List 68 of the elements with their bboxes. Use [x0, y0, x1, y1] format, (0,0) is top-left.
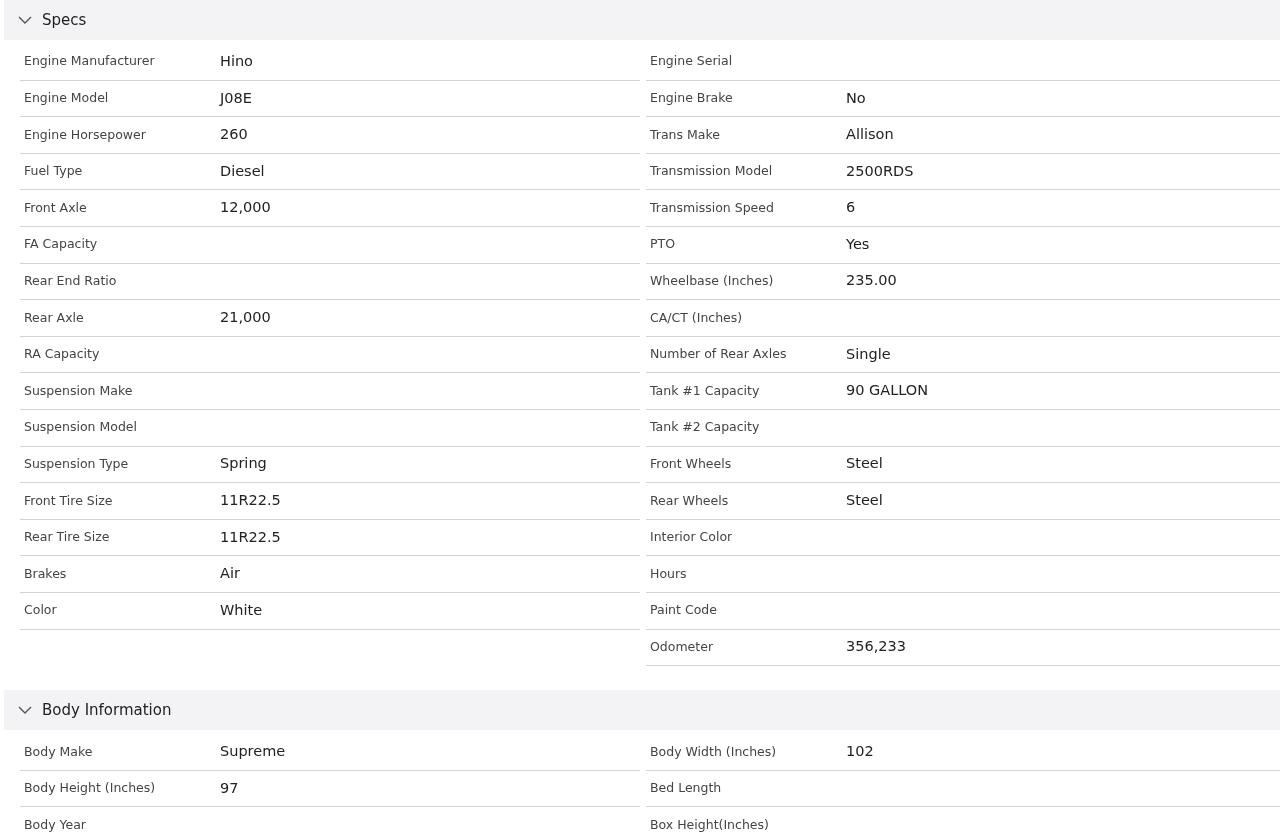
field-label: Front Axle [23, 198, 88, 217]
field-label: Front Wheels [649, 454, 733, 473]
field-label: CA/CT (Inches) [649, 308, 744, 327]
field-value: Allison [846, 125, 894, 145]
field-label: Hours [649, 564, 688, 583]
field-label: Body Year [23, 815, 87, 834]
field-label: Odometer [649, 637, 715, 656]
field-label: Suspension Model [23, 418, 138, 437]
field-value: 260 [220, 125, 248, 145]
field-label: RA Capacity [23, 345, 101, 364]
field-label: Body Make [23, 742, 94, 761]
field-label: PTO [649, 235, 676, 254]
field-label: Rear End Ratio [23, 272, 118, 290]
field-value: Supreme [220, 742, 286, 761]
field-label: Tank #2 Capacity [649, 418, 761, 437]
field-label: Transmission Model [649, 162, 774, 181]
field-label: Tank #1 Capacity [649, 381, 761, 400]
field-label: Number of Rear Axles [649, 345, 788, 364]
field-value: 102 [846, 742, 874, 761]
field-value: 97 [220, 778, 239, 798]
section-header[interactable]: Body Information [4, 690, 1280, 731]
field-label: Transmission Speed [649, 198, 775, 217]
field-value: Steel [846, 454, 883, 474]
field-label: Body Width (Inches) [649, 742, 778, 761]
field-label: Engine Model [23, 89, 110, 107]
field-value: Spring [220, 454, 267, 474]
field-label: Engine Horsepower [23, 125, 147, 144]
field-label: Box Height(Inches) [649, 815, 770, 834]
field-label: FA Capacity [23, 235, 99, 254]
field-label: Engine Brake [649, 89, 734, 107]
field-value: 6 [846, 198, 856, 218]
field-value: 2500RDS [846, 161, 914, 181]
field-label: Trans Make [649, 125, 721, 144]
field-value: Air [220, 564, 240, 584]
field-label: Rear Tire Size [23, 528, 111, 547]
field-value: 21,000 [220, 308, 271, 328]
field-value: Hino [220, 51, 253, 71]
field-label: Engine Manufacturer [23, 52, 156, 71]
field-label: Interior Color [649, 528, 734, 547]
field-label: Color [23, 601, 58, 620]
field-value: 12,000 [220, 198, 271, 218]
field-label: Fuel Type [23, 162, 84, 181]
field-label: Wheelbase (Inches) [649, 272, 775, 290]
field-value: Yes [846, 234, 870, 254]
field-value: 235.00 [846, 271, 897, 291]
field-value: White [220, 600, 263, 620]
field-value: Diesel [220, 161, 265, 181]
field-value: Single [846, 344, 891, 364]
section-title: Specs [42, 9, 87, 31]
field-label: Paint Code [649, 601, 718, 620]
field-value: 11R22.5 [220, 527, 281, 547]
field-label: Engine Serial [649, 52, 734, 71]
field-label: Rear Wheels [649, 491, 730, 510]
field-value: 90 GALLON [846, 381, 929, 401]
field-value: J08E [220, 88, 252, 108]
section-header[interactable]: Specs [4, 0, 1280, 40]
section-title: Body Information [42, 699, 172, 721]
field-label: Suspension Type [23, 454, 130, 473]
field-value: No [846, 88, 866, 108]
field-label: Body Height (Inches) [23, 779, 157, 798]
field-label: Rear Axle [23, 308, 85, 327]
field-label: Brakes [23, 564, 68, 583]
field-label: Bed Length [649, 779, 723, 798]
field-value: 11R22.5 [220, 491, 281, 511]
field-value: 356,233 [846, 637, 906, 657]
field-label: Suspension Make [23, 381, 134, 400]
field-label: Front Tire Size [23, 491, 114, 510]
field-value: Steel [846, 491, 883, 511]
